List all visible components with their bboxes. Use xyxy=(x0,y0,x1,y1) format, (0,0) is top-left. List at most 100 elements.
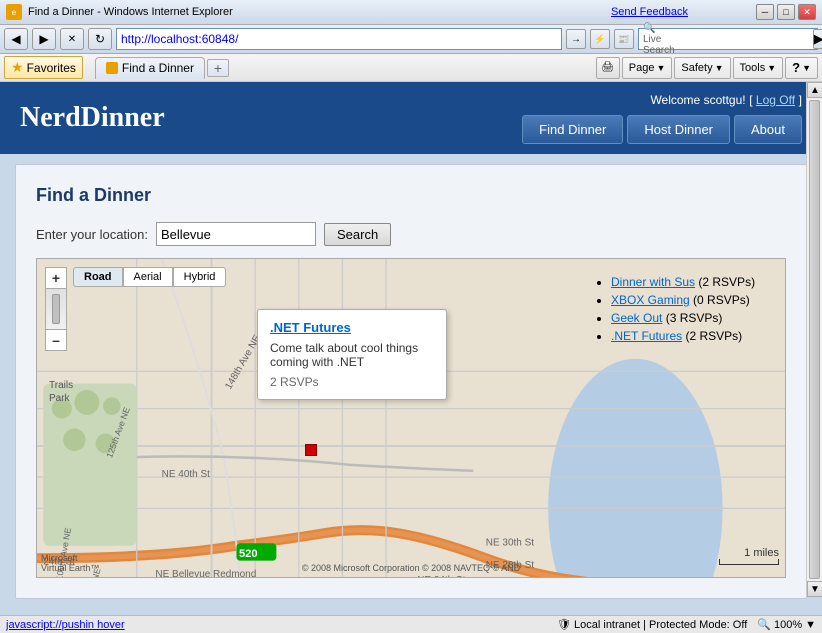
location-label: Enter your location: xyxy=(36,227,148,242)
tools-button[interactable]: Tools ▼ xyxy=(733,57,784,79)
rss-button[interactable]: 📰 xyxy=(614,29,634,49)
results-list: Dinner with Sus (2 RSVPs) XBOX Gaming (0 … xyxy=(585,267,785,355)
map-type-road[interactable]: Road xyxy=(73,267,123,287)
scroll-down-button[interactable]: ▼ xyxy=(807,581,822,597)
help-button[interactable]: ?▼ xyxy=(785,57,818,79)
welcome-text: Welcome scottgu! xyxy=(650,93,745,107)
miles-label: 1 miles xyxy=(744,547,779,559)
search-button[interactable]: Search xyxy=(324,223,391,246)
site-title: NerdDinner xyxy=(20,102,165,134)
scrollbar-vertical[interactable]: ▲ ▼ xyxy=(806,82,822,597)
map-type-aerial[interactable]: Aerial xyxy=(123,267,173,287)
find-dinner-nav-button[interactable]: Find Dinner xyxy=(522,115,623,144)
site-header: NerdDinner Welcome scottgu! [ Log Off ] … xyxy=(0,82,822,154)
browser-search-go[interactable]: ▶ xyxy=(813,29,822,49)
dinner-link-3[interactable]: Geek Out xyxy=(611,311,662,325)
list-item: .NET Futures (2 RSVPs) xyxy=(611,329,777,343)
virtual-earth-label: Microsoft Virtual Earth™ xyxy=(41,553,99,573)
refresh-button[interactable]: ↻ xyxy=(88,28,112,50)
browser-search-bar: 🔍 Live Search ▶ xyxy=(638,28,818,50)
zoom-in-button[interactable]: + xyxy=(45,267,67,289)
copyright-text: © 2008 Microsoft Corporation © 2008 NAVT… xyxy=(302,563,520,573)
page-button[interactable]: Page ▼ xyxy=(622,57,673,79)
zoom-out-button[interactable]: – xyxy=(45,329,67,351)
browser-toolbar: ★ Favorites Find a Dinner + 🖨 Page ▼ Saf… xyxy=(0,54,822,82)
print-button[interactable]: 🖨 xyxy=(596,57,620,79)
list-item: XBOX Gaming (0 RSVPs) xyxy=(611,293,777,307)
svg-text:NE 40th St: NE 40th St xyxy=(162,469,210,480)
zoom-icon: 🔍 xyxy=(757,618,771,631)
refresh-addr-button[interactable]: ⚡ xyxy=(590,29,610,49)
map-marker[interactable] xyxy=(305,444,317,456)
dinner-link-2[interactable]: XBOX Gaming xyxy=(611,293,690,307)
restore-button[interactable]: □ xyxy=(777,4,795,20)
svg-text:NE 24th St: NE 24th St xyxy=(417,575,465,578)
map-container: 148th Ave NE 142nd Pl NE 125th Ave NE 15… xyxy=(36,258,786,578)
window-controls: ─ □ ✕ xyxy=(756,4,816,20)
separator: [ xyxy=(749,93,756,107)
close-button[interactable]: ✕ xyxy=(798,4,816,20)
minimize-button[interactable]: ─ xyxy=(756,4,774,20)
stop-button[interactable]: ✕ xyxy=(60,28,84,50)
dinner-link-1[interactable]: Dinner with Sus xyxy=(611,275,695,289)
list-item: Geek Out (3 RSVPs) xyxy=(611,311,777,325)
nav-bar: ◀ ▶ ✕ ↻ http://localhost:60848/ → ⚡ 📰 🔍 … xyxy=(0,25,822,54)
results-ul: Dinner with Sus (2 RSVPs) XBOX Gaming (0 … xyxy=(593,275,777,343)
browser-window: e Find a Dinner - Windows Internet Explo… xyxy=(0,0,822,633)
ie-icon: e xyxy=(6,4,22,20)
host-dinner-nav-button[interactable]: Host Dinner xyxy=(627,115,730,144)
svg-text:NE Bellevue Redmond: NE Bellevue Redmond xyxy=(155,569,256,578)
back-button[interactable]: ◀ xyxy=(4,28,28,50)
separator2: ] xyxy=(799,93,802,107)
zoom-control[interactable]: 🔍 100% ▼ xyxy=(757,618,816,631)
zoom-text: 100% xyxy=(774,619,802,631)
location-input[interactable] xyxy=(156,222,316,246)
zone-text: Local intranet | Protected Mode: Off xyxy=(574,619,747,631)
main-content: Find a Dinner Enter your location: Searc… xyxy=(15,164,807,599)
tools-arrow: ▼ xyxy=(767,63,776,73)
about-nav-button[interactable]: About xyxy=(734,115,802,144)
star-icon: ★ xyxy=(11,59,24,76)
map-controls: + – xyxy=(45,267,67,351)
site-nav: Find Dinner Host Dinner About xyxy=(522,115,802,144)
tab-icon xyxy=(106,62,118,74)
browser-search-input[interactable] xyxy=(679,32,809,46)
window-title: Find a Dinner - Windows Internet Explore… xyxy=(28,6,233,18)
status-right: 🛡 Local intranet | Protected Mode: Off 🔍… xyxy=(557,618,816,631)
zoom-slider-track xyxy=(52,294,60,324)
toolbar-buttons: 🖨 Page ▼ Safety ▼ Tools ▼ ?▼ xyxy=(596,57,818,79)
address-text[interactable]: http://localhost:60848/ xyxy=(121,32,238,46)
miles-bar xyxy=(719,559,779,565)
send-feedback-link[interactable]: Send Feedback xyxy=(611,6,688,18)
favorites-label: Favorites xyxy=(27,61,76,75)
popup-title[interactable]: .NET Futures xyxy=(270,320,434,335)
favorites-button[interactable]: ★ Favorites xyxy=(4,56,83,79)
zoom-dropdown-icon: ▼ xyxy=(805,619,816,631)
safety-button[interactable]: Safety ▼ xyxy=(674,57,730,79)
map-type-hybrid[interactable]: Hybrid xyxy=(173,267,227,287)
title-bar-left: e Find a Dinner - Windows Internet Explo… xyxy=(6,4,233,20)
zoom-slider[interactable] xyxy=(45,289,67,329)
browser-tab[interactable]: Find a Dinner xyxy=(95,57,205,79)
tab-label: Find a Dinner xyxy=(122,61,194,75)
header-right: Welcome scottgu! [ Log Off ] Find Dinner… xyxy=(522,92,802,144)
safety-arrow: ▼ xyxy=(715,63,724,73)
svg-text:520: 520 xyxy=(239,548,258,560)
log-off-link[interactable]: Log Off xyxy=(756,93,795,107)
map-type-tabs: Road Aerial Hybrid xyxy=(73,267,226,287)
status-text[interactable]: javascript://pushin hover xyxy=(6,619,125,631)
location-form: Enter your location: Search xyxy=(36,222,786,246)
scroll-thumb[interactable] xyxy=(809,100,820,579)
shield-icon: 🛡 xyxy=(557,618,571,631)
dinner-link-4[interactable]: .NET Futures xyxy=(611,329,682,343)
address-bar: http://localhost:60848/ xyxy=(116,28,562,50)
list-item: Dinner with Sus (2 RSVPs) xyxy=(611,275,777,289)
go-button[interactable]: → xyxy=(566,29,586,49)
page-heading: Find a Dinner xyxy=(36,185,786,206)
content-area: NerdDinner Welcome scottgu! [ Log Off ] … xyxy=(0,82,822,615)
popup-description: Come talk about cool things coming with … xyxy=(270,341,434,369)
scroll-up-button[interactable]: ▲ xyxy=(807,82,822,98)
forward-button[interactable]: ▶ xyxy=(32,28,56,50)
new-tab-button[interactable]: + xyxy=(207,59,229,77)
map-popup: .NET Futures Come talk about cool things… xyxy=(257,309,447,400)
